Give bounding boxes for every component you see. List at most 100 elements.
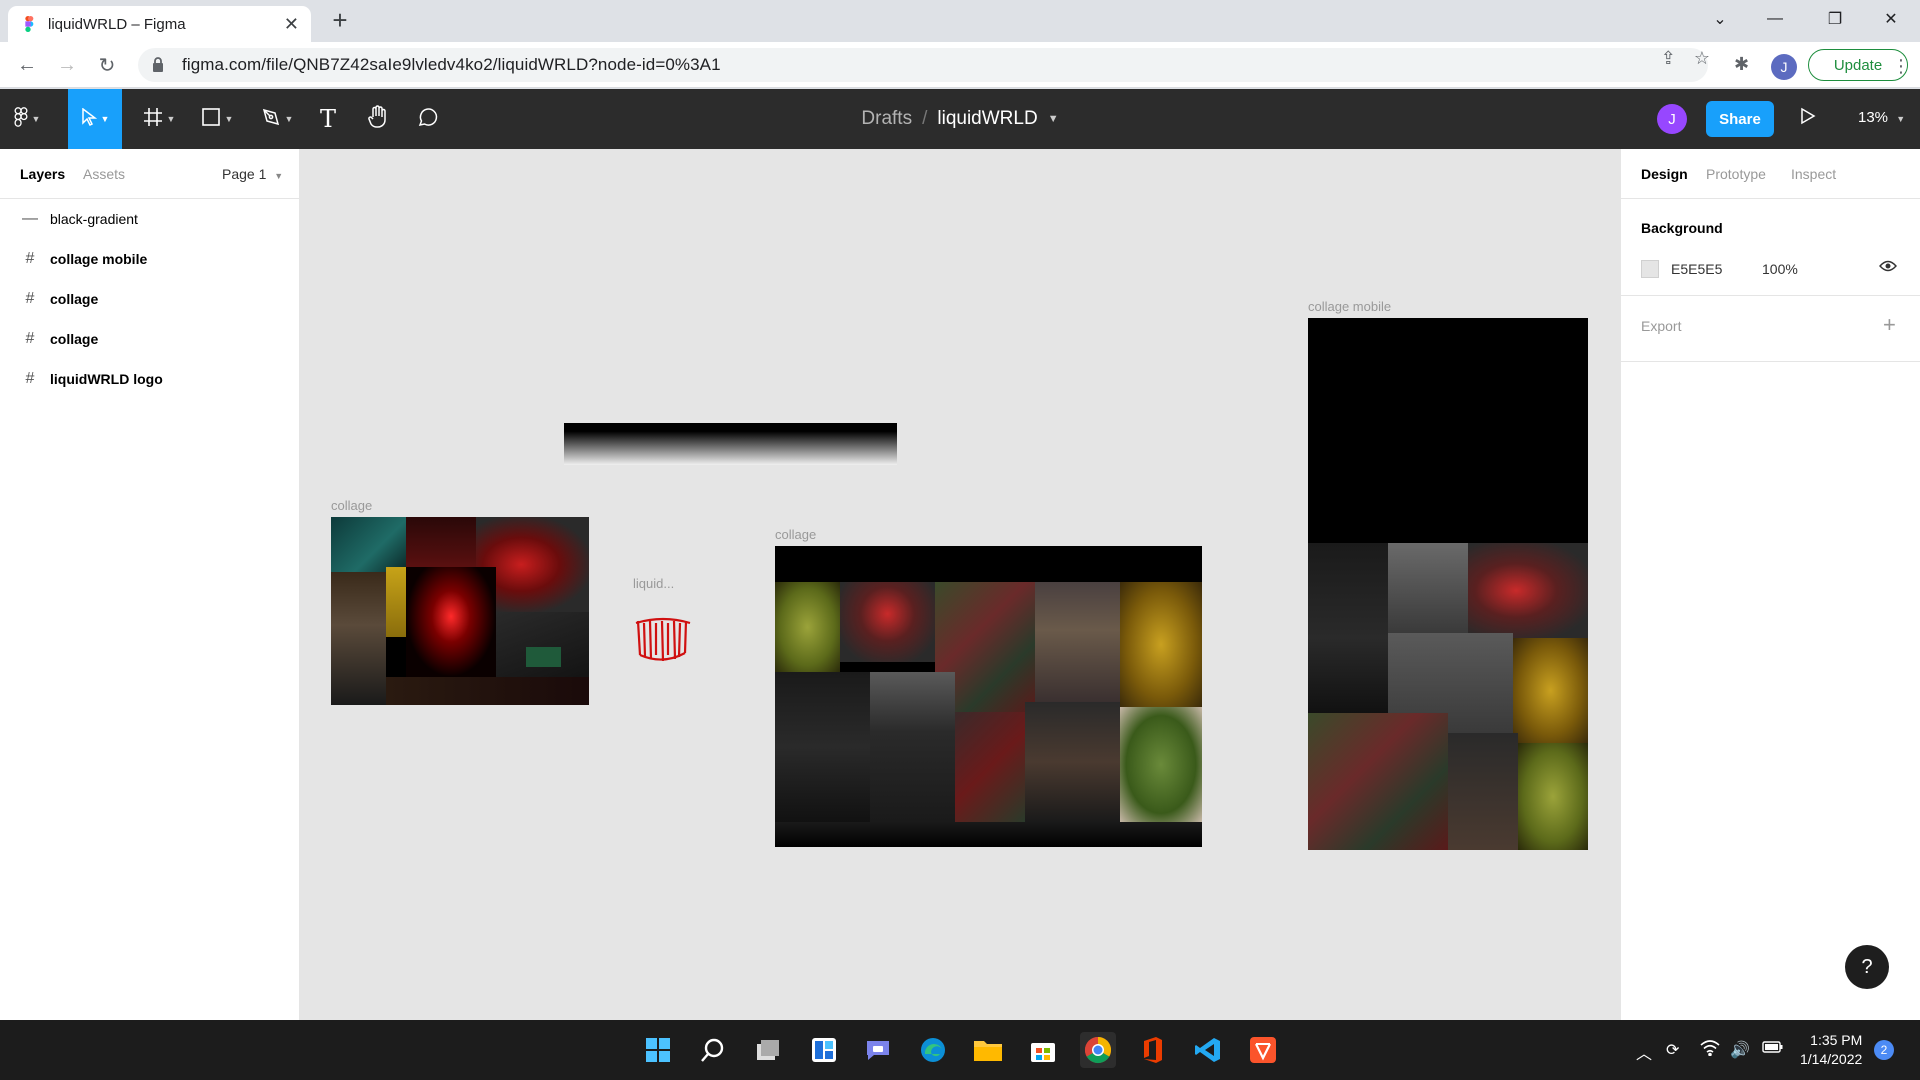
share-page-icon[interactable]: ⇪	[1661, 48, 1676, 69]
reload-icon[interactable]: ↻	[92, 50, 122, 80]
collage-tile	[1120, 582, 1202, 707]
update-label: Update	[1833, 56, 1883, 74]
url-omnibox[interactable]: figma.com/file/QNB7Z42saIe9lvledv4ko2/li…	[138, 48, 1708, 82]
help-question-button[interactable]: ?	[1845, 945, 1889, 989]
browser-tab-active[interactable]: liquidWRLD – Figma ✕	[8, 6, 311, 42]
restore-window-icon[interactable]: ❐	[1810, 0, 1860, 38]
collage-tile	[1308, 713, 1448, 850]
microsoft-store-icon[interactable]	[1025, 1032, 1061, 1068]
lock-icon	[152, 57, 166, 73]
properties-panel: Design Prototype Inspect Background E5E5…	[1620, 149, 1920, 1020]
teams-chat-icon[interactable]	[860, 1032, 896, 1068]
close-tab-icon[interactable]: ✕	[284, 14, 299, 35]
frame-label-logo[interactable]: liquid...	[633, 576, 674, 591]
chrome-browser-icon[interactable]	[1080, 1032, 1116, 1068]
tab-inspect[interactable]: Inspect	[1791, 166, 1836, 182]
tab-title: liquidWRLD – Figma	[48, 15, 186, 33]
visibility-eye-icon[interactable]	[1879, 259, 1897, 278]
browser-profile-avatar[interactable]: J	[1771, 54, 1797, 80]
frame-layer-icon: #	[25, 370, 35, 387]
file-name[interactable]: liquidWRLD	[937, 108, 1037, 130]
zoom-menu[interactable]: 13% ▼	[1858, 109, 1905, 126]
tab-assets[interactable]: Assets	[83, 166, 125, 182]
tab-layers[interactable]: Layers	[20, 166, 65, 182]
rectangle-layer-icon: —	[22, 210, 38, 227]
close-window-icon[interactable]: ✕	[1866, 0, 1916, 38]
collage-tile	[775, 822, 1202, 847]
page-selector[interactable]: Page 1 ▼	[222, 166, 283, 182]
frame-label-collage-mobile[interactable]: collage mobile	[1308, 299, 1391, 314]
browser-menu-icon[interactable]: ⋮	[1892, 56, 1910, 77]
background-hex-input[interactable]: E5E5E5	[1671, 261, 1722, 277]
design-canvas[interactable]: collage liquid... collage collage mobile	[300, 149, 1620, 1020]
user-avatar[interactable]: J	[1657, 104, 1687, 134]
collage-tile	[1468, 543, 1588, 638]
office-icon[interactable]	[1135, 1032, 1171, 1068]
layer-row[interactable]: # collage	[0, 279, 299, 319]
tray-chevron-up-icon[interactable]: ︿	[1636, 1040, 1652, 1064]
left-panel-tabs: Layers Assets Page 1 ▼	[0, 149, 299, 199]
frame-label-collage-large[interactable]: collage	[775, 527, 816, 542]
figma-toolbar: ▼ ▼ ▼ ▼ ▼ T Drafts / liquidWRLD ▼ J Shar…	[0, 89, 1920, 149]
chevron-down-icon: ▼	[1896, 114, 1906, 124]
layer-row[interactable]: # collage	[0, 319, 299, 359]
collage-tile	[870, 672, 955, 822]
back-arrow-icon[interactable]: ←	[12, 50, 42, 80]
chevron-down-icon: ▼	[274, 171, 284, 181]
sync-icon[interactable]: ⟳	[1666, 1040, 1679, 1060]
export-heading: Export	[1641, 318, 1682, 334]
clock-time: 1:35 PM	[1810, 1032, 1863, 1048]
forward-arrow-icon[interactable]: →	[52, 50, 82, 80]
figma-favicon-icon	[20, 16, 36, 32]
collage-tile	[386, 567, 406, 637]
file-breadcrumb: Drafts / liquidWRLD ▼	[0, 89, 1920, 149]
background-section: Background	[1621, 199, 1920, 296]
liquidwrld-logo-graphic[interactable]	[634, 615, 692, 667]
widgets-icon[interactable]	[806, 1032, 842, 1068]
layer-name: collage mobile	[50, 251, 148, 267]
file-menu-chevron-icon[interactable]: ▼	[1048, 113, 1059, 125]
extensions-puzzle-icon[interactable]: ✱	[1734, 54, 1749, 75]
layer-name: collage	[50, 291, 99, 307]
export-section: Export +	[1621, 296, 1920, 362]
volume-icon[interactable]: 🔊	[1730, 1040, 1750, 1060]
share-button[interactable]: Share	[1706, 101, 1774, 137]
collage-large-frame[interactable]	[775, 546, 1202, 847]
taskbar-clock[interactable]: 1:35 PM 1/14/2022	[1800, 1031, 1862, 1069]
present-play-icon[interactable]	[1800, 107, 1816, 130]
collage-mobile-frame[interactable]	[1308, 318, 1588, 850]
background-color-swatch[interactable]	[1641, 260, 1659, 278]
notification-count-badge[interactable]: 2	[1874, 1040, 1894, 1060]
battery-icon[interactable]	[1762, 1040, 1784, 1059]
tab-design[interactable]: Design	[1641, 166, 1688, 182]
layer-row[interactable]: # liquidWRLD logo	[0, 359, 299, 399]
add-export-plus-icon[interactable]: +	[1883, 312, 1896, 338]
clock-date: 1/14/2022	[1800, 1051, 1863, 1067]
breadcrumb-drafts[interactable]: Drafts	[861, 108, 912, 130]
collage-small-frame[interactable]	[331, 517, 589, 705]
collage-tile	[1120, 707, 1202, 822]
wifi-icon[interactable]	[1700, 1040, 1720, 1061]
collage-tile	[1518, 743, 1588, 850]
omnibox-actions: ⇪ ☆	[1661, 48, 1710, 69]
layer-row[interactable]: # collage mobile	[0, 239, 299, 279]
file-explorer-icon[interactable]	[970, 1032, 1006, 1068]
brave-browser-icon[interactable]	[1245, 1032, 1281, 1068]
black-gradient-rect[interactable]	[564, 423, 897, 465]
new-tab-plus-icon[interactable]: +	[326, 6, 354, 34]
frame-label-collage-small[interactable]: collage	[331, 498, 372, 513]
collage-tile	[955, 712, 1025, 822]
minimize-window-icon[interactable]: —	[1750, 0, 1800, 38]
layer-name: liquidWRLD logo	[50, 371, 163, 387]
tab-search-chevron-icon[interactable]: ⌄	[1695, 0, 1745, 38]
tab-prototype[interactable]: Prototype	[1706, 166, 1766, 182]
windows-start-icon[interactable]	[640, 1032, 676, 1068]
search-icon[interactable]	[695, 1032, 731, 1068]
background-opacity-input[interactable]: 100%	[1762, 261, 1798, 277]
task-view-icon[interactable]	[750, 1032, 786, 1068]
collage-tile	[1308, 543, 1388, 638]
edge-browser-icon[interactable]	[915, 1032, 951, 1068]
layer-row[interactable]: — black-gradient	[0, 199, 299, 239]
vscode-icon[interactable]	[1190, 1032, 1226, 1068]
bookmark-star-icon[interactable]: ☆	[1694, 48, 1710, 69]
